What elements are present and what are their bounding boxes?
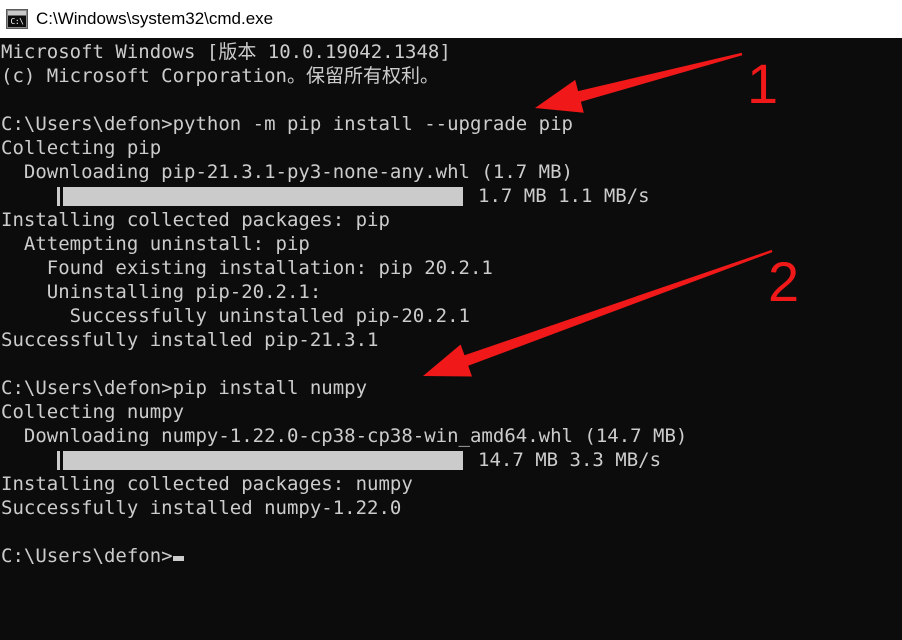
console-line: Found existing installation: pip 20.2.1 (1, 257, 493, 279)
console-line: Collecting numpy (1, 401, 185, 423)
progress-bar-fill (63, 187, 463, 206)
progress-bar-start-marker (57, 451, 60, 470)
console-line: Installing collected packages: numpy (1, 473, 413, 495)
progress-bar (57, 451, 463, 470)
progress-bar-start-marker (57, 187, 60, 206)
console-lines: Microsoft Windows [版本 10.0.19042.1348] (c… (0, 40, 902, 568)
console-line: Collecting pip (1, 137, 162, 159)
window-title: C:\Windows\system32\cmd.exe (36, 9, 274, 28)
cmd-window-icon[interactable]: C:\ (6, 9, 28, 29)
console-line: Installing collected packages: pip (1, 209, 390, 231)
cmd-window: C:\ C:\Windows\system32\cmd.exe Microsof… (0, 0, 902, 640)
cmd-icon-screen: C:\ (8, 16, 26, 27)
text-cursor (172, 556, 184, 561)
download-progress-row: 1.7 MB 1.1 MB/s (0, 184, 902, 208)
progress-bar-label: 14.7 MB 3.3 MB/s (478, 449, 662, 471)
console-line: Microsoft Windows [版本 10.0.19042.1348] (1, 41, 451, 63)
console-line: C:\Users\defon>python -m pip install --u… (1, 113, 573, 135)
progress-bar-fill (63, 451, 463, 470)
console-line: Downloading pip-21.3.1-py3-none-any.whl … (1, 161, 573, 183)
console-output-area[interactable]: Microsoft Windows [版本 10.0.19042.1348] (c… (0, 38, 902, 640)
console-line: Downloading numpy-1.22.0-cp38-cp38-win_a… (1, 425, 688, 447)
console-line: Attempting uninstall: pip (1, 233, 310, 255)
progress-bar-label: 1.7 MB 1.1 MB/s (478, 185, 650, 207)
console-line: Successfully uninstalled pip-20.2.1 (1, 305, 470, 327)
console-line: Successfully installed pip-21.3.1 (1, 329, 379, 351)
console-line: C:\Users\defon>pip install numpy (1, 377, 368, 399)
console-line: (c) Microsoft Corporation。保留所有权利。 (1, 65, 439, 87)
console-line: Successfully installed numpy-1.22.0 (1, 497, 402, 519)
console-prompt-line: C:\Users\defon> (0, 544, 902, 568)
console-line: Uninstalling pip-20.2.1: (1, 281, 322, 303)
titlebar[interactable]: C:\ C:\Windows\system32\cmd.exe (0, 0, 902, 38)
progress-bar (57, 187, 463, 206)
download-progress-row: 14.7 MB 3.3 MB/s (0, 448, 902, 472)
